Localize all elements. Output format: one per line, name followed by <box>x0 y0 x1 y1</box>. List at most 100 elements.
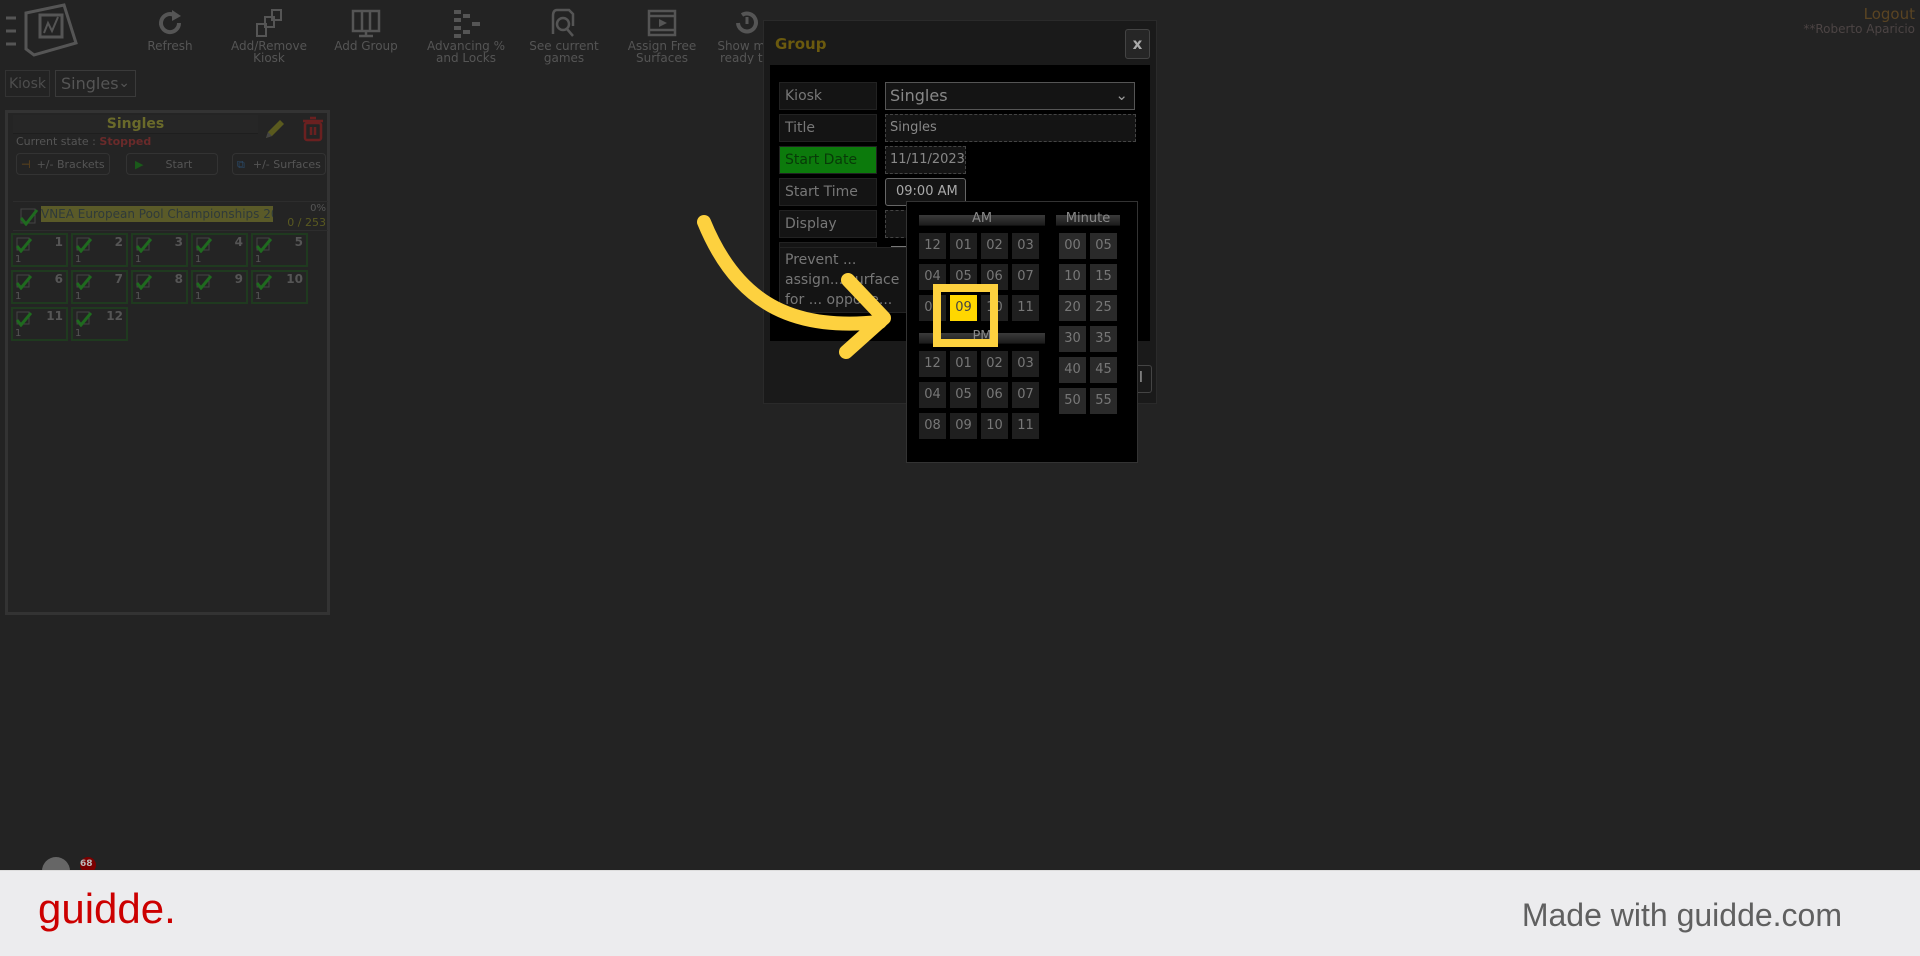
table-tile[interactable]: 71 <box>71 270 128 304</box>
minute-cell[interactable]: 05 <box>1090 233 1117 259</box>
pm-hour-cell[interactable]: 04 <box>919 382 946 408</box>
table-count: 1 <box>75 291 82 302</box>
minute-cell[interactable]: 25 <box>1090 295 1117 321</box>
start-button[interactable]: ▶ Start <box>126 153 218 175</box>
minute-cell[interactable]: 45 <box>1090 357 1117 383</box>
checkbox-checked-icon[interactable] <box>76 311 92 327</box>
tournament-row[interactable]: VNEA European Pool Championships 202 0% … <box>13 201 328 231</box>
am-hour-cell[interactable]: 06 <box>981 264 1008 290</box>
checkbox-checked-icon[interactable] <box>16 237 32 253</box>
kiosk-filter-label: Kiosk <box>5 70 50 97</box>
pm-hour-cell[interactable]: 05 <box>950 382 977 408</box>
minute-cell[interactable]: 50 <box>1059 388 1086 414</box>
close-button[interactable]: x <box>1125 29 1150 59</box>
pm-hour-cell[interactable]: 06 <box>981 382 1008 408</box>
am-hour-cell[interactable]: 11 <box>1012 295 1039 321</box>
am-hour-cell[interactable]: 09 <box>950 295 977 321</box>
checkbox-checked-icon[interactable] <box>76 237 92 253</box>
pencil-icon[interactable] <box>263 117 287 141</box>
checkbox-checked-icon[interactable] <box>256 237 272 253</box>
am-hour-cell[interactable]: 12 <box>919 233 946 259</box>
minute-cell[interactable]: 40 <box>1059 357 1086 383</box>
toolbar-assign-surfaces-button[interactable]: Assign Free Surfaces <box>614 8 710 64</box>
pm-hour-cell[interactable]: 09 <box>950 413 977 439</box>
am-hour-cell[interactable]: 10 <box>981 295 1008 321</box>
checkbox-checked-icon[interactable] <box>256 274 272 290</box>
start-date-input[interactable]: 11/11/2023 <box>885 146 966 174</box>
bracket-icon: ⊣ <box>21 158 31 171</box>
minute-cell[interactable]: 30 <box>1059 326 1086 352</box>
toolbar-refresh-button[interactable]: Refresh <box>122 8 218 52</box>
am-hour-cell[interactable]: 05 <box>950 264 977 290</box>
surfaces-icon: ⧉ <box>237 158 245 171</box>
prevent-label: Prevent ... assign... surface for ... op… <box>779 247 909 313</box>
app-logo-icon[interactable] <box>4 3 80 57</box>
play-icon: ▶ <box>135 158 144 171</box>
toolbar-add-remove-kiosk-button[interactable]: Add/Remove Kiosk <box>221 8 317 64</box>
restore-icon <box>736 11 758 34</box>
table-number: 11 <box>46 309 63 323</box>
minute-cell[interactable]: 20 <box>1059 295 1086 321</box>
minute-cell[interactable]: 15 <box>1090 264 1117 290</box>
kiosk-field-label: Kiosk <box>779 82 877 110</box>
refresh-icon <box>159 10 182 35</box>
minute-cell[interactable]: 55 <box>1090 388 1117 414</box>
toolbar-add-group-button[interactable]: Add Group <box>318 8 414 52</box>
toolbar-see-games-button[interactable]: See current games <box>516 8 612 64</box>
am-hour-cell[interactable]: 03 <box>1012 233 1039 259</box>
pm-hour-cell[interactable]: 11 <box>1012 413 1039 439</box>
table-tile[interactable]: 21 <box>71 233 128 267</box>
guidde-logo: guidde. <box>38 885 176 932</box>
pm-hour-cell[interactable]: 01 <box>950 351 977 377</box>
am-hour-cell[interactable]: 08 <box>919 295 946 321</box>
surfaces-button[interactable]: ⧉ +/- Surfaces <box>232 153 326 175</box>
brackets-button[interactable]: ⊣ +/- Brackets <box>16 153 110 175</box>
minute-header: Minute <box>1056 212 1120 226</box>
table-tile[interactable]: 41 <box>191 233 248 267</box>
checkbox-checked-icon[interactable] <box>20 208 38 226</box>
toolbar-advancing-button[interactable]: Advancing % and Locks <box>418 8 514 64</box>
pm-hour-cell[interactable]: 08 <box>919 413 946 439</box>
checkbox-checked-icon[interactable] <box>196 237 212 253</box>
pm-hour-cell[interactable]: 07 <box>1012 382 1039 408</box>
am-hour-cell[interactable]: 04 <box>919 264 946 290</box>
table-tile[interactable]: 12 1 <box>71 307 128 341</box>
table-tile[interactable]: 51 <box>251 233 308 267</box>
trash-icon[interactable] <box>301 116 325 142</box>
am-hour-cell[interactable]: 01 <box>950 233 977 259</box>
table-tile[interactable]: 61 <box>11 270 68 304</box>
pm-hour-cell[interactable]: 03 <box>1012 351 1039 377</box>
table-tile[interactable]: 11 1 <box>11 307 68 341</box>
checkbox-checked-icon[interactable] <box>196 274 212 290</box>
kiosk-icon <box>256 9 282 37</box>
table-number: 6 <box>54 272 63 286</box>
toolbar-see-games-label: See current games <box>529 39 599 65</box>
table-tile[interactable]: 10 1 <box>251 270 308 304</box>
checkbox-checked-icon[interactable] <box>16 274 32 290</box>
checkbox-checked-icon[interactable] <box>136 237 152 253</box>
toolbar-advancing-label: Advancing % and Locks <box>426 39 506 65</box>
table-tile[interactable]: 91 <box>191 270 248 304</box>
surfaces-button-label: +/- Surfaces <box>252 158 321 171</box>
table-tile[interactable]: 81 <box>131 270 188 304</box>
minute-cell[interactable]: 10 <box>1059 264 1086 290</box>
pm-hour-cell[interactable]: 10 <box>981 413 1008 439</box>
table-tile[interactable]: 11 <box>11 233 68 267</box>
checkbox-checked-icon[interactable] <box>16 311 32 327</box>
logout-link[interactable]: Logout <box>1864 5 1915 23</box>
title-input[interactable]: Singles <box>885 114 1136 142</box>
table-tile[interactable]: 31 <box>131 233 188 267</box>
tournament-count: 0 / 253 <box>287 216 326 229</box>
minute-cell[interactable]: 35 <box>1090 326 1117 352</box>
am-hour-cell[interactable]: 02 <box>981 233 1008 259</box>
minute-cell[interactable]: 00 <box>1059 233 1086 259</box>
am-header: AM <box>919 212 1045 226</box>
checkbox-checked-icon[interactable] <box>76 274 92 290</box>
kiosk-filter-select[interactable]: Singles ⌄ <box>55 70 136 97</box>
pm-hour-cell[interactable]: 02 <box>981 351 1008 377</box>
search-doc-icon <box>551 8 575 37</box>
kiosk-field-select[interactable]: Singles ⌄ <box>885 82 1135 110</box>
checkbox-checked-icon[interactable] <box>136 274 152 290</box>
pm-hour-cell[interactable]: 12 <box>919 351 946 377</box>
am-hour-cell[interactable]: 07 <box>1012 264 1039 290</box>
